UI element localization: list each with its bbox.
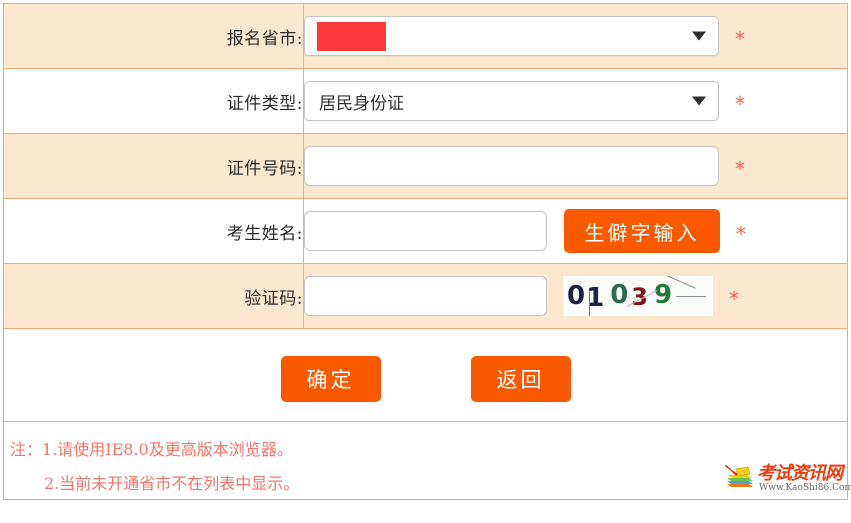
candidate-name-input[interactable] bbox=[304, 211, 547, 251]
label-candidate-name: 考生姓名: bbox=[226, 223, 303, 244]
books-icon bbox=[725, 465, 753, 487]
watermark-url: Www.KaoShi86.Com bbox=[759, 483, 851, 493]
required-star-candidate-name: * bbox=[736, 222, 746, 246]
label-cell-province: 报名省市: bbox=[3, 3, 304, 69]
registration-page: 报名省市: * 证件类型: 居民身份证 * 证件号码: * 考生姓名: 生僻字输… bbox=[0, 3, 851, 523]
form-row-province: 报名省市: * bbox=[3, 3, 848, 69]
chevron-down-icon[interactable] bbox=[692, 31, 706, 41]
form-row-candidate-name: 考生姓名: 生僻字输入 * bbox=[3, 198, 848, 264]
label-id-type: 证件类型: bbox=[226, 93, 303, 114]
registration-form-table: 报名省市: * 证件类型: 居民身份证 * 证件号码: * 考生姓名: 生僻字输… bbox=[3, 3, 848, 422]
chevron-down-icon[interactable] bbox=[692, 96, 706, 106]
captcha-char-3: 0 bbox=[610, 280, 629, 310]
field-cell-id-type: 居民身份证 * bbox=[303, 68, 848, 134]
note-line-1: 注：1.请使用IE8.0及更高版本浏览器。 bbox=[10, 440, 293, 459]
field-cell-id-number: * bbox=[303, 133, 848, 199]
captcha-input[interactable] bbox=[304, 276, 547, 316]
field-cell-candidate-name: 生僻字输入 * bbox=[303, 198, 848, 264]
submit-button[interactable]: 确定 bbox=[280, 356, 381, 402]
field-cell-captcha: 0 1 0 3 9 * bbox=[303, 263, 848, 329]
select-province[interactable] bbox=[304, 16, 719, 56]
captcha-char-5: 9 bbox=[653, 280, 673, 310]
captcha-char-1: 0 bbox=[567, 281, 586, 311]
label-cell-captcha: 验证码: bbox=[3, 263, 304, 329]
label-id-number: 证件号码: bbox=[226, 158, 303, 179]
redacted-province-value bbox=[317, 21, 386, 51]
required-star-province: * bbox=[735, 27, 745, 51]
rare-character-input-button[interactable]: 生僻字输入 bbox=[564, 209, 720, 253]
label-captcha: 验证码: bbox=[244, 288, 303, 309]
select-id-type[interactable]: 居民身份证 bbox=[304, 81, 719, 121]
select-id-type-value: 居民身份证 bbox=[319, 93, 404, 114]
form-row-captcha: 验证码: 0 1 0 3 9 * bbox=[3, 263, 848, 329]
watermark-title: 考试资讯网 bbox=[757, 463, 843, 484]
captcha-noise-line bbox=[589, 292, 592, 316]
captcha-image[interactable]: 0 1 0 3 9 bbox=[563, 276, 713, 316]
label-cell-candidate-name: 考生姓名: bbox=[3, 198, 304, 264]
form-row-id-type: 证件类型: 居民身份证 * bbox=[3, 68, 848, 134]
label-province: 报名省市: bbox=[226, 28, 303, 49]
site-watermark: 考试资讯网 Www.KaoShi86.Com bbox=[723, 457, 851, 497]
label-cell-id-type: 证件类型: bbox=[3, 68, 304, 134]
field-cell-province: * bbox=[303, 3, 848, 69]
actions-cell: 确定 返回 bbox=[3, 328, 848, 422]
required-star-captcha: * bbox=[729, 287, 739, 311]
form-row-id-number: 证件号码: * bbox=[3, 133, 848, 199]
required-star-id-type: * bbox=[735, 92, 745, 116]
id-number-input[interactable] bbox=[304, 146, 719, 186]
form-row-actions: 确定 返回 bbox=[3, 328, 848, 422]
captcha-noise-line bbox=[676, 296, 706, 297]
required-star-id-number: * bbox=[735, 157, 745, 181]
note-line-2: 2.当前未开通省市不在列表中显示。 bbox=[44, 474, 300, 493]
notes-panel: 注：1.请使用IE8.0及更高版本浏览器。 2.当前未开通省市不在列表中显示。 … bbox=[3, 422, 851, 500]
back-button[interactable]: 返回 bbox=[470, 356, 571, 402]
label-cell-id-number: 证件号码: bbox=[3, 133, 304, 199]
